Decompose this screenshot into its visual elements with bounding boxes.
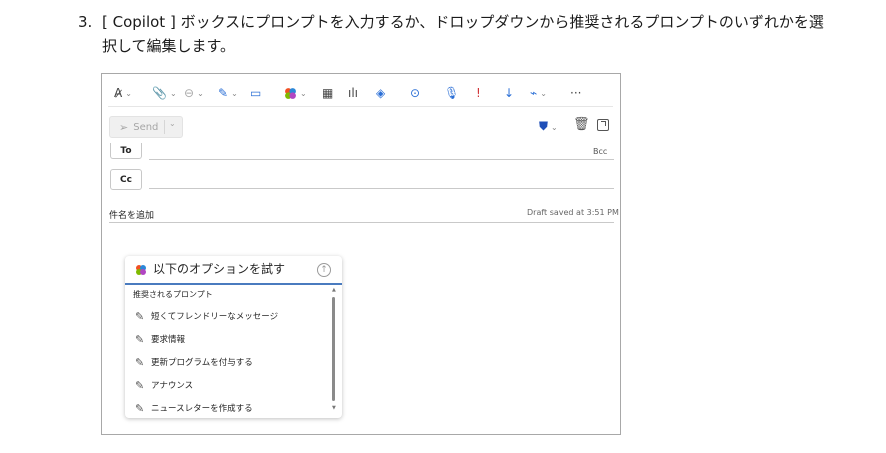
shield-icon: ⛊	[539, 119, 549, 133]
microphone-icon: 🎙	[444, 86, 460, 100]
to-label: To	[120, 145, 132, 156]
send-arrow-icon: ➢	[119, 120, 129, 134]
pop-out-icon[interactable]	[597, 119, 609, 131]
chevron-down-icon: ⌄	[169, 88, 177, 98]
sensitivity-button[interactable]: ⛊ ⌄	[539, 119, 558, 134]
copilot-prompt-box[interactable]: 以下のオプションを試す ↑	[125, 256, 342, 285]
suggestions-header: 推奨されるプロンプト	[133, 290, 213, 299]
pencil-icon: ✎	[135, 401, 145, 415]
immersive-reader-button[interactable]: ⌁ ⌄	[530, 84, 547, 102]
send-options-chevron-icon[interactable]: ⌄	[169, 119, 176, 128]
chevron-down-icon: ⌄	[551, 123, 558, 132]
chevron-down-icon: ⌄	[231, 88, 238, 98]
more-icon: ···	[570, 86, 582, 100]
link-button[interactable]: ⊖ ⌄	[184, 84, 204, 102]
paperclip-icon: 📎	[152, 86, 167, 100]
dictate-button[interactable]: 🎙	[444, 84, 459, 102]
cc-label: Cc	[120, 174, 132, 185]
suggestion-label: 短くてフレンドリーなメッセージ	[151, 312, 279, 322]
chat-bubble-icon: ⊙	[410, 86, 421, 100]
meeting-button[interactable]: ▭	[250, 84, 261, 102]
scroll-down-icon[interactable]: ▼	[332, 405, 336, 411]
signature-button[interactable]: ✎ ⌄	[218, 84, 238, 102]
low-importance-button[interactable]: ↓	[504, 84, 514, 102]
subject-underline	[109, 222, 614, 223]
outlook-compose-screenshot: A̷ ⌄ 📎 ⌄ ⊖ ⌄ ✎ ⌄ ▭ ⌄ ▦ ılı ◈ ⊙ 🎙 ! ↓ ⌁ ⌄…	[101, 73, 621, 435]
format-painter-icon: A̷	[114, 86, 123, 100]
send-button[interactable]: ➢ Send ⌄	[109, 116, 183, 138]
format-text-button[interactable]: A̷ ⌄	[114, 84, 132, 102]
step-text: [ Copilot ] ボックスにプロンプトを入力するか、ドロップダウンから推奨…	[102, 13, 824, 55]
chevron-down-icon: ⌄	[540, 88, 547, 98]
chart-button[interactable]: ılı	[348, 84, 358, 102]
suggestion-item[interactable]: ✎ アナウンス	[135, 377, 193, 393]
high-importance-button[interactable]: !	[476, 84, 481, 102]
to-field[interactable]	[149, 159, 614, 160]
ribbon-toolbar: A̷ ⌄ 📎 ⌄ ⊖ ⌄ ✎ ⌄ ▭ ⌄ ▦ ılı ◈ ⊙ 🎙 ! ↓ ⌁ ⌄…	[108, 80, 613, 107]
suggestion-item[interactable]: ✎ 短くてフレンドリーなメッセージ	[135, 308, 278, 324]
suggestions-scrollbar[interactable]: ▲ ▼	[329, 287, 338, 415]
copilot-button[interactable]: ⌄	[284, 84, 307, 102]
to-button[interactable]: To	[110, 143, 142, 159]
trash-icon: 🗑	[573, 117, 590, 132]
cc-button[interactable]: Cc	[110, 169, 142, 190]
suggestion-label: ニュースレターを作成する	[151, 404, 253, 414]
suggestion-label: 更新プログラムを付与する	[151, 358, 253, 368]
send-label: Send	[133, 121, 159, 133]
send-divider	[164, 120, 165, 134]
subject-input[interactable]: 件名を追加	[109, 208, 154, 221]
pencil-icon: ✎	[135, 378, 145, 392]
exclamation-icon: !	[476, 86, 481, 100]
table-icon: ▦	[322, 86, 334, 100]
tag-button[interactable]: ◈	[376, 84, 385, 102]
suggestion-label: 要求情報	[151, 335, 186, 345]
attach-button[interactable]: 📎 ⌄	[152, 84, 177, 102]
video-camera-icon: ▭	[250, 86, 262, 100]
submit-arrow-icon[interactable]: ↑	[317, 263, 331, 277]
suggestion-item[interactable]: ✎ 要求情報	[135, 331, 185, 347]
cc-field[interactable]	[149, 188, 614, 189]
more-options-button[interactable]: ···	[570, 84, 581, 102]
discard-button[interactable]: 🗑	[573, 117, 590, 132]
signature-icon: ✎	[218, 86, 229, 100]
copilot-panel: 以下のオプションを試す ↑ 推奨されるプロンプト ✎ 短くてフレンドリーなメッセ…	[125, 256, 342, 418]
brush-icon: ⌁	[530, 86, 538, 100]
copilot-icon	[136, 265, 146, 275]
link-icon: ⊖	[184, 86, 195, 100]
pencil-icon: ✎	[135, 332, 145, 346]
bcc-link[interactable]: Bcc	[593, 147, 607, 156]
scroll-up-icon[interactable]: ▲	[332, 287, 336, 293]
loop-button[interactable]: ⊙	[410, 84, 420, 102]
suggestion-item[interactable]: ✎ 更新プログラムを付与する	[135, 354, 253, 370]
suggestion-label: アナウンス	[151, 381, 194, 391]
pencil-icon: ✎	[135, 309, 145, 323]
tag-icon: ◈	[376, 86, 386, 100]
chevron-down-icon: ⌄	[197, 88, 204, 98]
bar-chart-icon: ılı	[348, 86, 359, 100]
down-arrow-icon: ↓	[504, 86, 515, 100]
suggestion-item[interactable]: ✎ ニュースレターを作成する	[135, 400, 253, 416]
scroll-thumb[interactable]	[332, 297, 335, 401]
copilot-icon	[285, 87, 296, 99]
copilot-prompt-placeholder: 以下のオプションを試す	[153, 262, 286, 276]
pencil-icon: ✎	[135, 355, 145, 369]
draft-status: Draft saved at 3:51 PM	[527, 208, 619, 217]
send-row: ➢ Send ⌄ ⛊ ⌄ 🗑	[109, 116, 615, 138]
step-number: 3.	[78, 13, 93, 31]
chevron-down-icon: ⌄	[300, 88, 307, 98]
chevron-down-icon: ⌄	[125, 88, 132, 98]
table-button[interactable]: ▦	[322, 84, 333, 102]
